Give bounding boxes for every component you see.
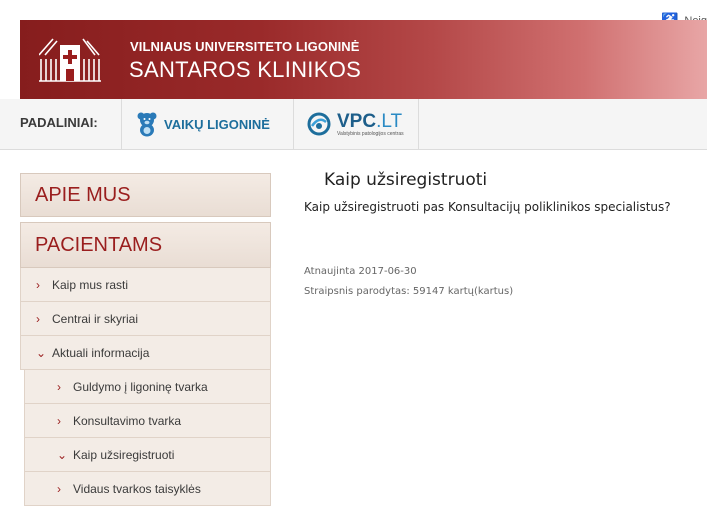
vaiku-ligonine-link[interactable]: VAIKŲ LIGONINĖ: [136, 99, 270, 149]
vaiku-ligonine-label: VAIKŲ LIGONINĖ: [164, 116, 270, 132]
sidebar-item-kaip-mus-rasti[interactable]: › Kaip mus rasti: [20, 268, 271, 302]
vpc-logo-icon: [307, 112, 331, 136]
sidebar-subitem-kaip-uzsiregistruoti[interactable]: ⌄ Kaip užsiregistruoti: [24, 438, 271, 472]
subdivisions-label: PADALINIAI:: [20, 115, 98, 130]
subdivisions-bar: PADALINIAI: VAIKŲ LIGONINĖ VPC.LT Valsty…: [0, 99, 707, 150]
divider: [293, 99, 294, 149]
sidebar: APIE MUS PACIENTAMS › Kaip mus rasti › C…: [20, 173, 271, 506]
chevron-down-icon: ⌄: [57, 447, 68, 462]
teddy-bear-icon: [137, 112, 157, 137]
chevron-right-icon: ›: [57, 413, 61, 428]
divider: [418, 99, 419, 149]
sidebar-item-label: Centrai ir skyriai: [52, 311, 139, 326]
sidebar-subitem-guldymo[interactable]: › Guldymo į ligoninę tvarka: [24, 370, 271, 404]
header-banner: VILNIAUS UNIVERSITETO LIGONINĖ SANTAROS …: [20, 20, 707, 99]
sidebar-apie-mus[interactable]: APIE MUS: [20, 173, 271, 217]
brand-title[interactable]: SANTAROS KLINIKOS: [129, 57, 361, 83]
vpc-suffix: .LT: [376, 110, 403, 132]
sidebar-item-label: Aktuali informacija: [52, 345, 150, 360]
sidebar-subitem-label: Vidaus tvarkos taisyklės: [73, 481, 201, 496]
page-title: Kaip užsiregistruoti: [324, 170, 488, 190]
divider: [121, 99, 122, 149]
sidebar-subitem-konsultavimo[interactable]: › Konsultavimo tvarka: [24, 404, 271, 438]
brand-subtitle: VILNIAUS UNIVERSITETO LIGONINĖ: [130, 39, 360, 54]
chevron-right-icon: ›: [57, 379, 61, 394]
sidebar-item-centrai[interactable]: › Centrai ir skyriai: [20, 302, 271, 336]
article-lead: Kaip užsiregistruoti pas Konsultacijų po…: [304, 200, 671, 214]
sidebar-subitem-label: Konsultavimo tvarka: [73, 413, 182, 428]
sidebar-subitem-label: Kaip užsiregistruoti: [73, 447, 175, 462]
chevron-right-icon: ›: [36, 277, 40, 292]
updated-date: Atnaujinta 2017-06-30: [304, 266, 417, 277]
sidebar-pacientams[interactable]: PACIENTAMS: [20, 222, 271, 268]
santaros-logo-icon[interactable]: [39, 37, 101, 83]
chevron-right-icon: ›: [36, 311, 40, 326]
vpc-title: VPC: [337, 110, 377, 132]
vpc-link[interactable]: VPC.LT Valstybinis patologijos centras: [307, 99, 404, 149]
chevron-right-icon: ›: [57, 481, 61, 496]
sidebar-item-aktuali[interactable]: ⌄ Aktuali informacija: [20, 336, 271, 370]
view-count: Straipsnis parodytas: 59147 kartų(kartus…: [304, 286, 514, 297]
vpc-subtitle: Valstybinis patologijos centras: [337, 130, 404, 137]
sidebar-item-label: Kaip mus rasti: [52, 277, 129, 292]
sidebar-subitem-vidaus[interactable]: › Vidaus tvarkos taisyklės: [24, 472, 271, 506]
sidebar-subitem-label: Guldymo į ligoninę tvarka: [73, 379, 208, 394]
chevron-down-icon: ⌄: [36, 345, 47, 360]
